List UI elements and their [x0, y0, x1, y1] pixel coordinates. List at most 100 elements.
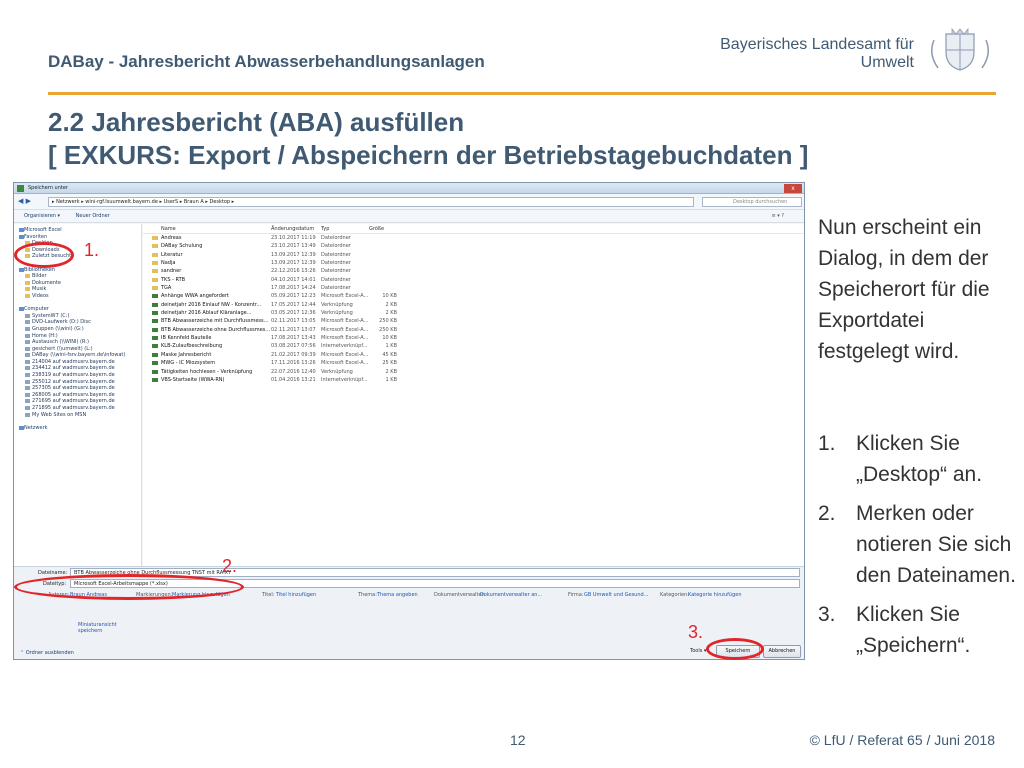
- file-row[interactable]: BTB Abwasserzeiche ohne Durchflussmes...…: [143, 326, 804, 334]
- organize-menu[interactable]: Organisieren ▾: [24, 213, 60, 219]
- tools-menu[interactable]: Tools ▾: [690, 648, 706, 654]
- column-date-header[interactable]: Änderungsdatum: [271, 224, 314, 234]
- file-size: 1 KB: [385, 343, 397, 350]
- file-name: VBS-Startseite (WWA-RN): [152, 376, 225, 383]
- file-row[interactable]: KLB-Zulaufbeschreibung 03.08.2017 07:56 In…: [143, 342, 804, 350]
- nav-item[interactable]: DVD-Laufwerk (D:) Disc: [14, 319, 141, 326]
- nav-item[interactable]: Dokumente: [14, 280, 141, 287]
- file-row[interactable]: deinetjahr 2016 Ablauf Kläranlage... 03.0…: [143, 309, 804, 317]
- file-name: Maske Jahresbericht: [151, 351, 212, 358]
- nav-group-item[interactable]: Netzwerk: [14, 425, 141, 432]
- search-input[interactable]: Desktop durchsuchen: [702, 197, 802, 207]
- view-options-icon[interactable]: ≡ ▾ ?: [771, 210, 784, 223]
- footer-credit: © LfU / Referat 65 / Juni 2018: [809, 732, 995, 748]
- save-thumbnail-checkbox[interactable]: Miniaturansicht speichern: [78, 622, 130, 634]
- file-date: 22.07.2016 12:40: [271, 368, 316, 375]
- nav-item[interactable]: 271895 auf wadmusrv.bayern.de: [14, 405, 141, 412]
- highlight-desktop-circle: [14, 242, 74, 268]
- file-row[interactable]: MWG - IC Miozsystem 17.11.2016 13:26 Micro…: [143, 359, 804, 367]
- nav-item[interactable]: SystemW7 (C:): [14, 313, 141, 320]
- step-1: 1. Klicken Sie „Desktop“ an.: [818, 428, 1024, 490]
- file-row[interactable]: DABay Schulung 23.10.2017 13:49 Dateiordne…: [143, 242, 804, 250]
- nav-item[interactable]: Musik: [14, 286, 141, 293]
- file-name: IB Kennfeld Bauteile: [151, 335, 212, 342]
- slide-title-line2: [ EXKURS: Export / Abspeichern der Betri…: [48, 140, 809, 170]
- file-date: 13.09.2017 12:39: [271, 251, 316, 258]
- cancel-button[interactable]: Abbrechen: [763, 645, 801, 658]
- file-date: 02.11.2017 13:07: [271, 326, 316, 333]
- address-bar[interactable]: ▸ Netzwerk ▸ wini-rgf.Isuumwelt.bayern.d…: [48, 197, 694, 207]
- file-type: Microsoft Excel-A...: [321, 293, 369, 300]
- file-date: 02.11.2017 13:05: [271, 318, 316, 325]
- new-folder-button[interactable]: Neuer Ordner: [76, 213, 110, 219]
- file-row[interactable]: Tätigkeiten hochlesen - Verknüpfung 22.07…: [143, 368, 804, 376]
- file-name: BTB Abwasserzeiche mit Durchflussmess...: [151, 318, 269, 325]
- nav-item[interactable]: Bilder: [14, 273, 141, 280]
- file-name: deinetjahr 2016 Ablauf Kläranlage...: [151, 310, 252, 317]
- nav-item[interactable]: Videos: [14, 293, 141, 300]
- dialog-close-button[interactable]: x: [784, 184, 802, 193]
- annotation-marker-1: 1.: [84, 240, 100, 260]
- file-type: Microsoft Excel-A...: [321, 326, 369, 333]
- nav-item[interactable]: 255012 auf wadmusrv.bayern.de: [14, 379, 141, 386]
- filename-label: Dateiname:: [38, 570, 68, 576]
- nav-item[interactable]: 271695 auf wadmusrv.bayern.de: [14, 398, 141, 405]
- file-row[interactable]: BTB Abwasserzeiche mit Durchflussmess...…: [143, 317, 804, 325]
- step-3-number: 3.: [818, 603, 836, 626]
- file-date: 04.10.2017 14:01: [271, 276, 316, 283]
- nav-item[interactable]: Home (H:): [14, 333, 141, 340]
- file-name: Tätigkeiten hochlesen - Verknüpfung: [151, 368, 253, 375]
- file-row[interactable]: VBS-Startseite (WWA-RN) 01.04.2016 13:21 I…: [143, 376, 804, 384]
- file-row[interactable]: Maske Jahresbericht 21.02.2017 09:39 Micro…: [143, 351, 804, 359]
- nav-item[interactable]: 214004 auf wadmusrv.bayern.de: [14, 359, 141, 366]
- file-type: Microsoft Excel-A...: [321, 318, 369, 325]
- nav-item[interactable]: My Web Sites on MSN: [14, 412, 141, 419]
- file-size: 10 KB: [382, 293, 397, 300]
- column-type-header[interactable]: Typ: [321, 224, 329, 234]
- steps-list: 1. Klicken Sie „Desktop“ an. 2. Merken o…: [818, 428, 1024, 669]
- nav-item[interactable]: 238319 auf wadmusrv.bayern.de: [14, 372, 141, 379]
- step-3: 3. Klicken Sie „Speichern“.: [818, 599, 1024, 661]
- dialog-window-title: Speichern unter: [28, 185, 68, 191]
- file-date: 01.04.2016 13:21: [271, 376, 316, 383]
- file-name: Andreas: [151, 235, 182, 241]
- hide-folders-toggle[interactable]: ⌃ Ordner ausblenden: [20, 650, 74, 656]
- file-name: MWG - IC Miozsystem: [151, 360, 216, 367]
- file-row[interactable]: Literatur 13.09.2017 12:39 Dateiordner: [143, 251, 804, 259]
- file-row[interactable]: TGA 17.08.2017 14:24 Dateiordner: [143, 284, 804, 292]
- nav-group-item[interactable]: Computer: [14, 306, 141, 313]
- file-type: Dateiordner: [321, 243, 351, 250]
- file-name: sandner: [151, 268, 182, 275]
- file-row[interactable]: Anhänge WWA angefordert 05.09.2017 12:23 M…: [143, 292, 804, 300]
- subject-value[interactable]: Thema angeben: [377, 592, 418, 598]
- file-date: 03.05.2017 12:36: [271, 310, 316, 317]
- file-row[interactable]: Nadja 13.09.2017 12:39 Dateiordner: [143, 259, 804, 267]
- column-name-header[interactable]: Name: [161, 224, 176, 234]
- nav-group-item[interactable]: Bibliotheken: [14, 267, 141, 274]
- file-row[interactable]: TKS - RTB 04.10.2017 14:01 Dateiordner: [143, 276, 804, 284]
- column-size-header[interactable]: Größe: [369, 224, 384, 234]
- company-label: Firma:: [568, 592, 584, 598]
- file-row[interactable]: Andreas 23.10.2017 11:19 Dateiordner: [143, 234, 804, 242]
- file-name: Literatur: [152, 251, 183, 258]
- agency-name-line1: Bayerisches Landesamt für: [720, 36, 914, 53]
- nav-item[interactable]: Austausch (\\WINI) (R:): [14, 339, 141, 346]
- title-value[interactable]: Titel hinzufügen: [276, 592, 316, 598]
- nav-item[interactable]: 257305 auf wadmusrv.bayern.de: [14, 385, 141, 392]
- categories-value[interactable]: Kategorie hinzufügen: [688, 592, 742, 598]
- nav-item[interactable]: 234412 auf wadmusrv.bayern.de: [14, 365, 141, 372]
- back-forward-arrows-icon[interactable]: ◀ ▶: [18, 197, 44, 207]
- file-row[interactable]: deinetjahr 2016 Einlauf NW - Konzentr...…: [143, 301, 804, 309]
- nav-item[interactable]: 268005 auf wadmusrv.bayern.de: [14, 392, 141, 399]
- nav-item[interactable]: gesichert (\\umwelt) (L:): [14, 346, 141, 353]
- nav-group-item[interactable]: Microsoft Excel: [14, 227, 141, 234]
- file-type: Dateiordner: [321, 268, 351, 275]
- nav-group-item[interactable]: Favoriten: [14, 234, 141, 241]
- company-value[interactable]: GB Umwelt und Gesund...: [584, 592, 648, 598]
- file-type: Dateiordner: [321, 251, 351, 258]
- nav-item[interactable]: DABay (\\wini-fsrv.bayern.de\infowat): [14, 352, 141, 359]
- manager-value[interactable]: Dokumentverwalter an...: [480, 592, 542, 598]
- file-row[interactable]: IB Kennfeld Bauteile 17.08.2017 13:43 Micr…: [143, 334, 804, 342]
- file-row[interactable]: sandner 22.12.2016 13:26 Dateiordner: [143, 267, 804, 275]
- nav-item[interactable]: Gruppen (\\wini) (G:): [14, 326, 141, 333]
